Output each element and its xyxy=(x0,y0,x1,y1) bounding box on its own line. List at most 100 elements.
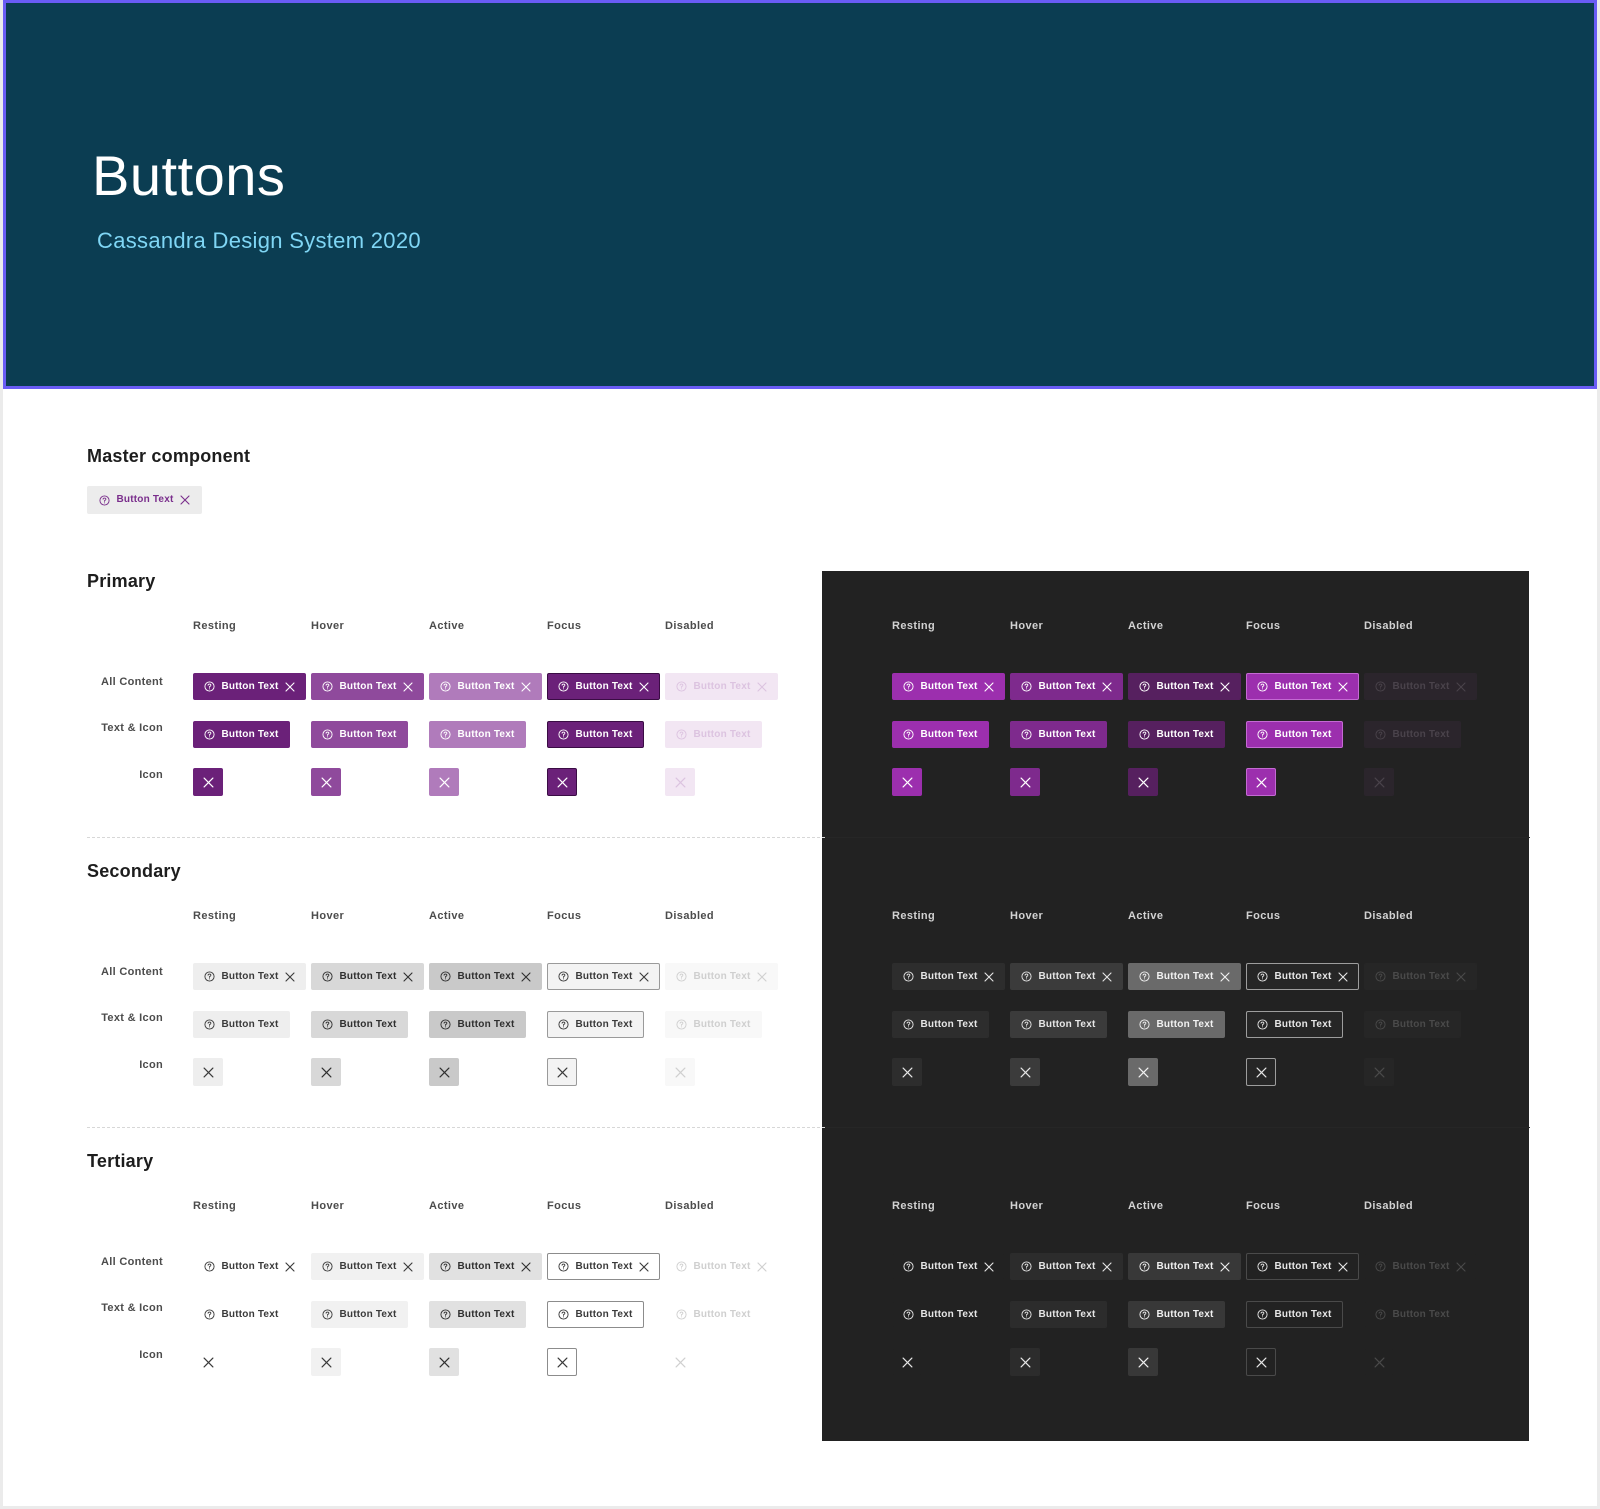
close-icon xyxy=(1255,1356,1267,1368)
tertiary-dark-text-and-icon-active-button[interactable]: Button Text xyxy=(1128,1301,1225,1328)
row-label-icon: Icon xyxy=(139,769,163,781)
tertiary-dark-all-content-hover-button[interactable]: Button Text xyxy=(1010,1253,1123,1280)
primary-dark-icon-active-button[interactable] xyxy=(1128,768,1158,796)
button-label: Button Text xyxy=(693,1308,751,1320)
primary-text-and-icon-focus-button[interactable]: Button Text xyxy=(547,721,644,748)
tertiary-icon-focus-button[interactable] xyxy=(547,1348,577,1376)
tertiary-dark-icon-hover-button[interactable] xyxy=(1010,1348,1040,1376)
primary-text-and-icon-hover-button[interactable]: Button Text xyxy=(311,721,408,748)
primary-dark-icon-hover-button[interactable] xyxy=(1010,768,1040,796)
section-divider-dark xyxy=(826,837,1530,838)
primary-icon-focus-button[interactable] xyxy=(547,768,577,796)
primary-dark-icon-resting-button[interactable] xyxy=(892,768,922,796)
column-header-resting: Resting xyxy=(193,620,237,632)
help-circle-icon xyxy=(1139,729,1151,740)
tertiary-dark-icon-disabled-button xyxy=(1364,1348,1394,1376)
secondary-dark-icon-resting-button[interactable] xyxy=(892,1058,922,1086)
tertiary-dark-text-and-icon-focus-button[interactable]: Button Text xyxy=(1246,1301,1343,1328)
tertiary-all-content-resting-button[interactable]: Button Text xyxy=(193,1253,306,1280)
tertiary-dark-icon-active-button[interactable] xyxy=(1128,1348,1158,1376)
secondary-all-content-hover-button[interactable]: Button Text xyxy=(311,963,424,990)
close-icon xyxy=(1337,1261,1348,1272)
column-header-dark-hover: Hover xyxy=(1010,910,1044,922)
column-header-hover: Hover xyxy=(311,910,345,922)
tertiary-all-content-active-button[interactable]: Button Text xyxy=(429,1253,542,1280)
primary-all-content-resting-button[interactable]: Button Text xyxy=(193,673,306,700)
secondary-dark-all-content-hover-button[interactable]: Button Text xyxy=(1010,963,1123,990)
secondary-dark-text-and-icon-resting-button[interactable]: Button Text xyxy=(892,1011,989,1038)
secondary-dark-icon-active-button[interactable] xyxy=(1128,1058,1158,1086)
tertiary-text-and-icon-resting-button[interactable]: Button Text xyxy=(193,1301,290,1328)
row-label-all-content: All Content xyxy=(101,1256,163,1268)
secondary-dark-text-and-icon-hover-button[interactable]: Button Text xyxy=(1010,1011,1107,1038)
column-header-active: Active xyxy=(429,620,465,632)
secondary-text-and-icon-active-button[interactable]: Button Text xyxy=(429,1011,526,1038)
primary-icon-active-button[interactable] xyxy=(429,768,459,796)
help-circle-icon xyxy=(1375,1309,1387,1320)
close-icon xyxy=(556,1066,568,1078)
primary-icon-hover-button[interactable] xyxy=(311,768,341,796)
tertiary-dark-icon-focus-button[interactable] xyxy=(1246,1348,1276,1376)
button-label: Button Text xyxy=(339,1018,397,1030)
help-circle-icon xyxy=(1257,1309,1269,1320)
secondary-dark-icon-disabled-button xyxy=(1364,1058,1394,1086)
master-button[interactable]: Button Text xyxy=(87,486,202,514)
tertiary-icon-active-button[interactable] xyxy=(429,1348,459,1376)
secondary-dark-all-content-resting-button[interactable]: Button Text xyxy=(892,963,1005,990)
primary-dark-text-and-icon-active-button[interactable]: Button Text xyxy=(1128,721,1225,748)
tertiary-all-content-focus-button[interactable]: Button Text xyxy=(547,1253,660,1280)
secondary-icon-active-button[interactable] xyxy=(429,1058,459,1086)
secondary-dark-text-and-icon-focus-button[interactable]: Button Text xyxy=(1246,1011,1343,1038)
help-circle-icon xyxy=(1139,1019,1151,1030)
column-header-hover: Hover xyxy=(311,1200,345,1212)
secondary-dark-icon-focus-button[interactable] xyxy=(1246,1058,1276,1086)
primary-dark-all-content-hover-button[interactable]: Button Text xyxy=(1010,673,1123,700)
tertiary-icon-hover-button[interactable] xyxy=(311,1348,341,1376)
primary-dark-all-content-resting-button[interactable]: Button Text xyxy=(892,673,1005,700)
tertiary-dark-all-content-resting-button[interactable]: Button Text xyxy=(892,1253,1005,1280)
tertiary-icon-resting-button[interactable] xyxy=(193,1348,223,1376)
close-icon xyxy=(520,681,531,692)
button-label: Button Text xyxy=(1038,970,1096,982)
tertiary-text-and-icon-active-button[interactable]: Button Text xyxy=(429,1301,526,1328)
primary-dark-all-content-focus-button[interactable]: Button Text xyxy=(1246,673,1359,700)
tertiary-all-content-hover-button[interactable]: Button Text xyxy=(311,1253,424,1280)
primary-all-content-active-button[interactable]: Button Text xyxy=(429,673,542,700)
secondary-dark-all-content-focus-button[interactable]: Button Text xyxy=(1246,963,1359,990)
primary-all-content-focus-button[interactable]: Button Text xyxy=(547,673,660,700)
secondary-all-content-focus-button[interactable]: Button Text xyxy=(547,963,660,990)
secondary-all-content-resting-button[interactable]: Button Text xyxy=(193,963,306,990)
secondary-text-and-icon-resting-button[interactable]: Button Text xyxy=(193,1011,290,1038)
secondary-dark-icon-hover-button[interactable] xyxy=(1010,1058,1040,1086)
tertiary-text-and-icon-focus-button[interactable]: Button Text xyxy=(547,1301,644,1328)
primary-dark-all-content-active-button[interactable]: Button Text xyxy=(1128,673,1241,700)
tertiary-text-and-icon-hover-button[interactable]: Button Text xyxy=(311,1301,408,1328)
primary-dark-text-and-icon-resting-button[interactable]: Button Text xyxy=(892,721,989,748)
primary-text-and-icon-resting-button[interactable]: Button Text xyxy=(193,721,290,748)
secondary-text-and-icon-focus-button[interactable]: Button Text xyxy=(547,1011,644,1038)
tertiary-dark-text-and-icon-resting-button[interactable]: Button Text xyxy=(892,1301,989,1328)
primary-icon-resting-button[interactable] xyxy=(193,768,223,796)
secondary-icon-resting-button[interactable] xyxy=(193,1058,223,1086)
secondary-icon-focus-button[interactable] xyxy=(547,1058,577,1086)
secondary-dark-all-content-active-button[interactable]: Button Text xyxy=(1128,963,1241,990)
close-icon xyxy=(983,1261,994,1272)
primary-dark-text-and-icon-hover-button[interactable]: Button Text xyxy=(1010,721,1107,748)
tertiary-dark-text-and-icon-hover-button[interactable]: Button Text xyxy=(1010,1301,1107,1328)
primary-text-and-icon-active-button[interactable]: Button Text xyxy=(429,721,526,748)
secondary-all-content-active-button[interactable]: Button Text xyxy=(429,963,542,990)
secondary-dark-text-and-icon-active-button[interactable]: Button Text xyxy=(1128,1011,1225,1038)
tertiary-dark-all-content-active-button[interactable]: Button Text xyxy=(1128,1253,1241,1280)
tertiary-dark-all-content-focus-button[interactable]: Button Text xyxy=(1246,1253,1359,1280)
button-label: Button Text xyxy=(457,1260,515,1272)
button-label: Button Text xyxy=(575,1018,633,1030)
secondary-text-and-icon-hover-button[interactable]: Button Text xyxy=(311,1011,408,1038)
help-circle-icon xyxy=(558,681,570,692)
close-icon xyxy=(438,776,450,788)
secondary-icon-hover-button[interactable] xyxy=(311,1058,341,1086)
primary-all-content-hover-button[interactable]: Button Text xyxy=(311,673,424,700)
primary-dark-icon-focus-button[interactable] xyxy=(1246,768,1276,796)
help-circle-icon xyxy=(903,1019,915,1030)
tertiary-dark-icon-resting-button[interactable] xyxy=(892,1348,922,1376)
primary-dark-text-and-icon-focus-button[interactable]: Button Text xyxy=(1246,721,1343,748)
